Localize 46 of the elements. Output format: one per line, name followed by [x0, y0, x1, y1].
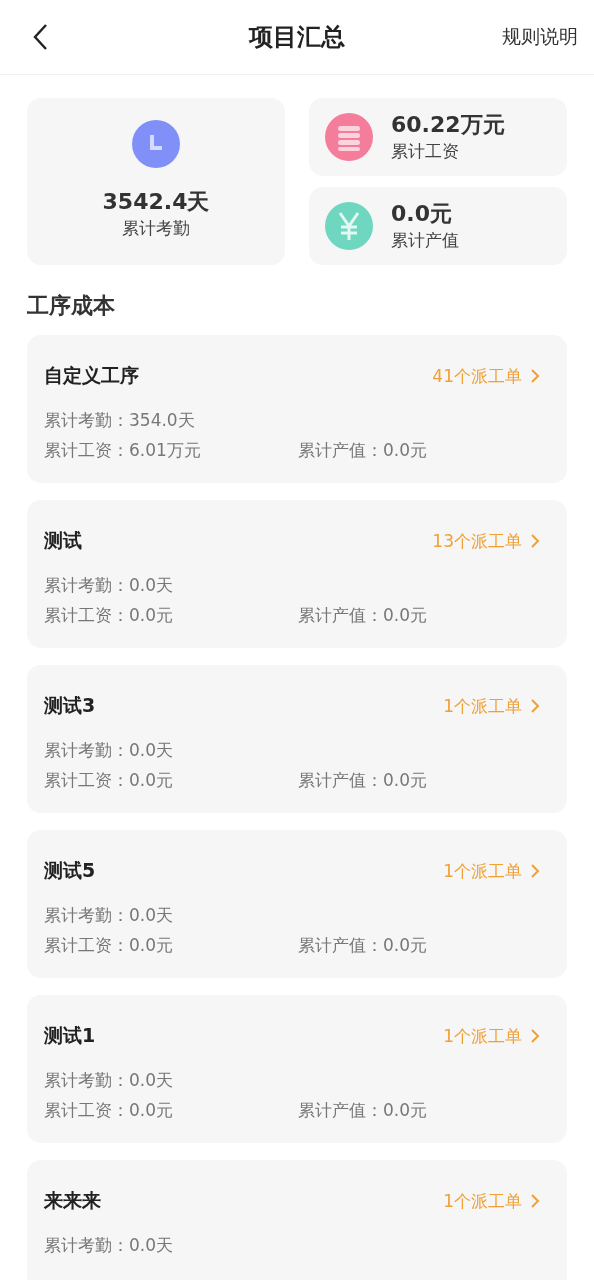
chevron-icon [530, 533, 540, 549]
wages-text: 累计工资：6.01万元 [44, 439, 202, 462]
process-name: 测试1 [44, 1023, 96, 1048]
process-name: 来来来 [44, 1188, 101, 1213]
dispatch-orders-link[interactable]: 1个派工单 [443, 1024, 540, 1048]
dispatch-orders-link[interactable]: 41个派工单 [432, 364, 540, 388]
rules-link[interactable]: 规则说明 [502, 24, 578, 50]
attendance-text: 累计考勤：0.0天 [44, 1069, 175, 1092]
dispatch-orders-link[interactable]: 1个派工单 [443, 859, 540, 883]
output-text: 累计产值：0.0元 [298, 1099, 428, 1122]
chevron-icon [530, 698, 540, 714]
process-name: 测试 [44, 528, 82, 553]
attendance-text: 累计考勤：0.0天 [44, 904, 175, 927]
attendance-text: 累计考勤：354.0天 [44, 409, 196, 432]
stat-label: 累计考勤 [121, 217, 191, 240]
chevron-icon [530, 1193, 540, 1209]
stat-label: 累计产值 [391, 229, 459, 252]
section-title: 工序成本 [27, 292, 116, 320]
page-title: 项目汇总 [247, 22, 346, 53]
dispatch-orders-link[interactable]: 1个派工单 [443, 1189, 540, 1213]
stat-value: 60.22万元 [391, 111, 505, 139]
chevron-icon [530, 863, 540, 879]
wages-text: 累计工资：0.0元 [44, 1099, 175, 1122]
attendance-text: 累计考勤：0.0天 [44, 574, 175, 597]
stat-value: 3542.4天 [102, 188, 210, 216]
chevron-icon [530, 368, 540, 384]
stat-label: 累计工资 [391, 140, 460, 163]
output-text: 累计产值：0.0元 [298, 604, 428, 627]
dispatch-orders-link[interactable]: 1个派工单 [443, 694, 540, 718]
coin-stack-icon [325, 113, 373, 161]
wages-text: 累计工资：0.0元 [44, 604, 175, 627]
attendance-text: 累计考勤：0.0天 [44, 1234, 175, 1257]
process-name: 测试3 [44, 693, 96, 718]
stat-value: 0.0元 [391, 200, 453, 228]
process-name: 自定义工序 [44, 363, 139, 388]
clock-icon [132, 120, 180, 168]
output-text: 累计产值：0.0元 [298, 934, 428, 957]
wages-text: 累计工资：0.0元 [44, 769, 175, 792]
dispatch-orders-link[interactable]: 13个派工单 [432, 529, 540, 553]
output-text: 累计产值：0.0元 [298, 439, 428, 462]
attendance-text: 累计考勤：0.0天 [44, 739, 175, 762]
output-text: 累计产值：0.0元 [298, 769, 428, 792]
yen-icon [325, 202, 373, 250]
wages-text: 累计工资：0.0元 [44, 934, 175, 957]
chevron-icon [530, 1028, 540, 1044]
process-name: 测试5 [44, 858, 96, 883]
